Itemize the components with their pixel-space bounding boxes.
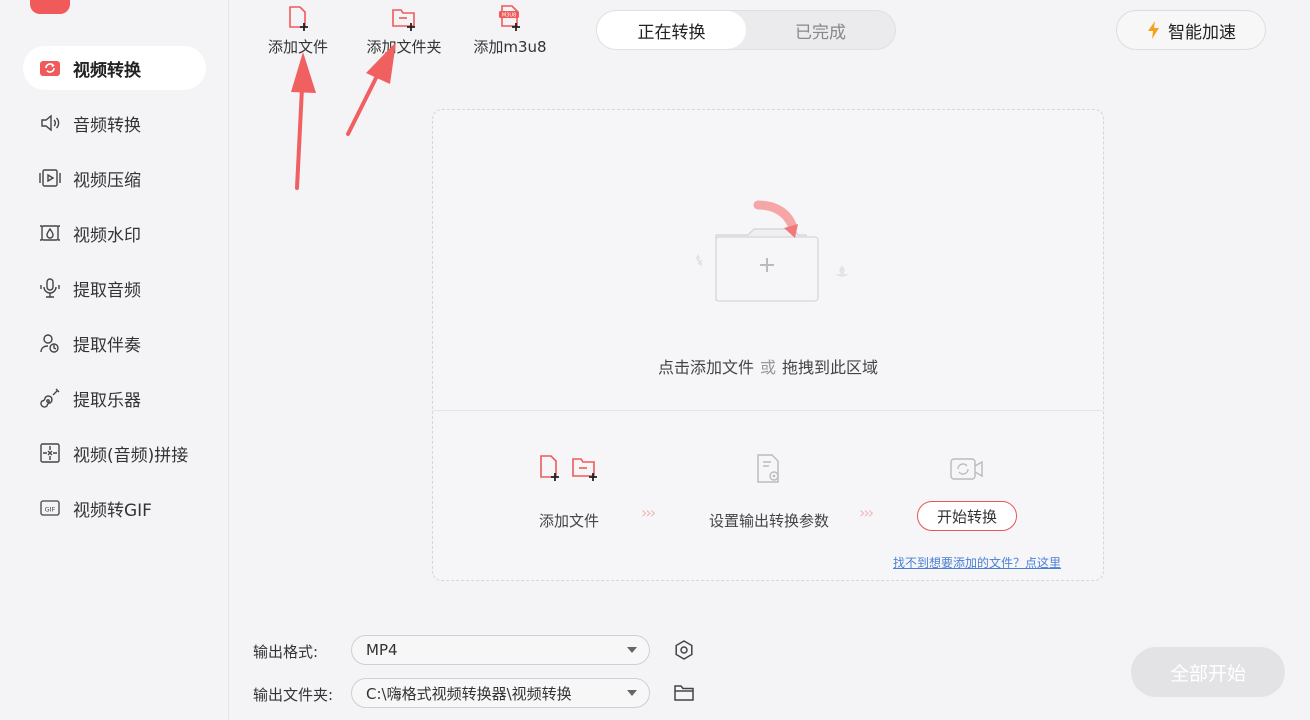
add-file-button[interactable]: 添加文件	[252, 4, 344, 57]
sidebar-item-splice[interactable]: 视频(音频)拼接	[23, 431, 206, 475]
watermark-icon	[39, 222, 61, 244]
sidebar: 视频转换 音频转换 视频压缩 视频水印 提取音频 提取伴奏 提取乐器 视频(音频…	[0, 0, 229, 720]
add-file-icon	[289, 6, 308, 31]
smart-accelerate-label: 智能加速	[1168, 22, 1236, 43]
status-tabs: 正在转换 已完成	[596, 10, 896, 50]
sidebar-item-audio-convert[interactable]: 音频转换	[23, 101, 206, 145]
add-m3u8-label: 添加m3u8	[473, 38, 547, 56]
folder-value: C:\嗨格式视频转换器\视频转换	[366, 684, 572, 703]
video-compress-icon	[39, 167, 61, 189]
folder-label: 输出文件夹:	[253, 686, 334, 704]
drop-zone[interactable]: 点击添加文件或拖拽到此区域 添加文件 ››› 设置输出转换参数 ››› 开始转换…	[432, 109, 1104, 581]
step-arrow-1: ›››	[641, 503, 656, 522]
chevron-down-icon	[627, 647, 637, 653]
sidebar-item-label: 提取伴奏	[73, 335, 141, 356]
drop-hint-click: 点击添加文件	[657, 358, 754, 377]
drop-hint-drag: 拖拽到此区域	[782, 358, 879, 377]
drop-hint: 点击添加文件或拖拽到此区域	[433, 354, 1103, 378]
folder-select[interactable]: C:\嗨格式视频转换器\视频转换	[351, 678, 650, 708]
microphone-icon	[39, 277, 61, 299]
lightning-icon	[1148, 21, 1159, 39]
drop-divider	[433, 410, 1103, 411]
sidebar-item-label: 视频水印	[73, 225, 141, 246]
sidebar-item-label: 音频转换	[73, 115, 141, 136]
step-settings-label: 设置输出转换参数	[708, 512, 829, 530]
video-convert-icon	[39, 57, 61, 79]
start-all-button[interactable]: 全部开始	[1131, 647, 1285, 697]
sidebar-item-label: 提取音频	[73, 280, 141, 301]
start-convert-button[interactable]: 开始转换	[917, 501, 1017, 531]
smart-accelerate-button[interactable]: 智能加速	[1116, 10, 1266, 50]
sidebar-item-video-convert[interactable]: 视频转换	[23, 46, 206, 90]
app-logo	[30, 0, 70, 14]
sidebar-item-label: 视频转换	[73, 60, 141, 81]
settings-file-icon	[757, 454, 779, 483]
svg-text:GIF: GIF	[45, 506, 56, 514]
step-add-file: 添加文件	[529, 452, 609, 531]
sidebar-item-extract-instrument[interactable]: 提取乐器	[23, 376, 206, 420]
step-settings: 设置输出转换参数	[699, 452, 839, 531]
m3u8-file-icon: M3U8	[499, 5, 520, 31]
add-file-label: 添加文件	[267, 38, 328, 56]
sidebar-item-watermark[interactable]: 视频水印	[23, 211, 206, 255]
sidebar-item-extract-audio[interactable]: 提取音频	[23, 266, 206, 310]
drop-hint-or: 或	[759, 358, 776, 377]
sidebar-item-label: 视频转GIF	[73, 500, 152, 521]
gif-icon: GIF	[39, 497, 61, 519]
tab-completed[interactable]: 已完成	[746, 11, 895, 49]
sidebar-nav: 视频转换 音频转换 视频压缩 视频水印 提取音频 提取伴奏 提取乐器 视频(音频…	[23, 46, 206, 541]
folder-open-icon[interactable]	[672, 681, 696, 705]
step-add-file-label: 添加文件	[538, 512, 599, 530]
add-folder-label: 添加文件夹	[366, 38, 442, 56]
format-label: 输出格式:	[253, 643, 319, 661]
add-file-folder-icons	[540, 455, 597, 481]
sidebar-item-label: 视频压缩	[73, 170, 141, 191]
folder-drop-icon	[696, 200, 848, 302]
sidebar-item-video-compress[interactable]: 视频压缩	[23, 156, 206, 200]
guitar-icon	[39, 387, 61, 409]
sidebar-item-gif[interactable]: GIF 视频转GIF	[23, 486, 206, 530]
sidebar-item-label: 提取乐器	[73, 390, 141, 411]
m3u8-badge: M3U8	[502, 13, 516, 19]
chevron-down-icon	[627, 690, 637, 696]
logo-icon	[30, 0, 70, 14]
add-m3u8-button[interactable]: M3U8 添加m3u8	[464, 4, 556, 57]
convert-video-icon	[950, 458, 983, 480]
tab-converting[interactable]: 正在转换	[597, 11, 746, 49]
step-arrow-2: ›››	[859, 503, 874, 522]
main-panel: 添加文件 添加文件夹 M3U8 添加m3u8 正在转换 已完成 智能加速 点击添…	[230, 0, 1310, 720]
add-folder-button[interactable]: 添加文件夹	[358, 4, 450, 57]
help-link[interactable]: 找不到想要添加的文件？点这里	[893, 554, 1061, 571]
sidebar-item-extract-accompaniment[interactable]: 提取伴奏	[23, 321, 206, 365]
splice-icon	[39, 442, 61, 464]
settings-icon[interactable]	[672, 638, 696, 662]
format-value: MP4	[366, 641, 398, 659]
add-folder-icon	[392, 9, 415, 31]
speaker-icon	[39, 112, 61, 134]
singer-icon	[39, 332, 61, 354]
format-select[interactable]: MP4	[351, 635, 650, 665]
sidebar-item-label: 视频(音频)拼接	[73, 445, 189, 466]
